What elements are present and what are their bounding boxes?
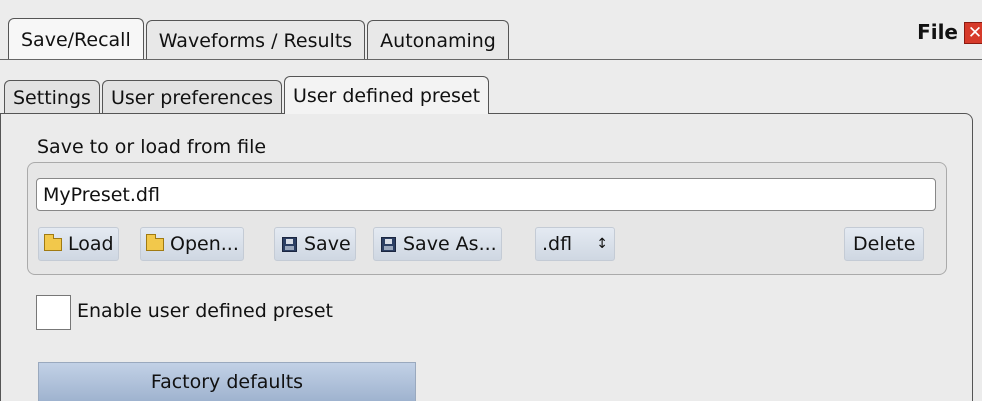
enable-preset-checkbox[interactable] (36, 295, 71, 330)
tab-user-preferences[interactable]: User preferences (101, 80, 282, 114)
file-section-label: Save to or load from file (37, 136, 267, 158)
extension-select[interactable]: .dfl ↕ (535, 227, 615, 261)
open-button[interactable]: Open... (140, 227, 244, 261)
load-button[interactable]: Load (38, 227, 119, 261)
save-button-label: Save (304, 233, 351, 255)
floppy-disk-icon (279, 236, 299, 252)
factory-defaults-label: Factory defaults (150, 371, 304, 393)
factory-defaults-button[interactable]: Factory defaults (38, 362, 416, 401)
delete-button[interactable]: Delete (844, 227, 925, 261)
up-down-arrow-icon: ↕ (596, 236, 608, 252)
delete-button-label: Delete (853, 233, 916, 255)
enable-preset-label: Enable user defined preset (77, 300, 333, 322)
filename-field[interactable]: MyPreset.dfl (36, 178, 936, 211)
extension-value: .dfl (542, 233, 573, 255)
folder-open-icon (43, 233, 63, 252)
save-as-button-label: Save As... (403, 233, 497, 255)
open-button-label: Open... (170, 233, 239, 255)
folder-open-icon (145, 233, 165, 252)
tab-save-recall[interactable]: Save/Recall (8, 18, 144, 60)
tab-settings[interactable]: Settings (4, 80, 100, 114)
tab-user-defined-preset[interactable]: User defined preset (283, 76, 490, 114)
main-tab-bar: Save/Recall Waveforms / Results Autonami… (8, 18, 511, 60)
tab-waveforms-results[interactable]: Waveforms / Results (145, 20, 366, 60)
save-as-button[interactable]: Save As... (373, 227, 502, 261)
floppy-disk-icon (378, 236, 398, 252)
load-button-label: Load (68, 233, 114, 255)
sub-tab-bar: Settings User preferences User defined p… (4, 76, 491, 114)
save-button[interactable]: Save (274, 227, 356, 261)
close-icon[interactable]: ✕ (964, 22, 982, 44)
tab-bar-divider (0, 59, 982, 60)
window-title: File (917, 20, 958, 44)
tab-autonaming[interactable]: Autonaming (367, 20, 509, 60)
